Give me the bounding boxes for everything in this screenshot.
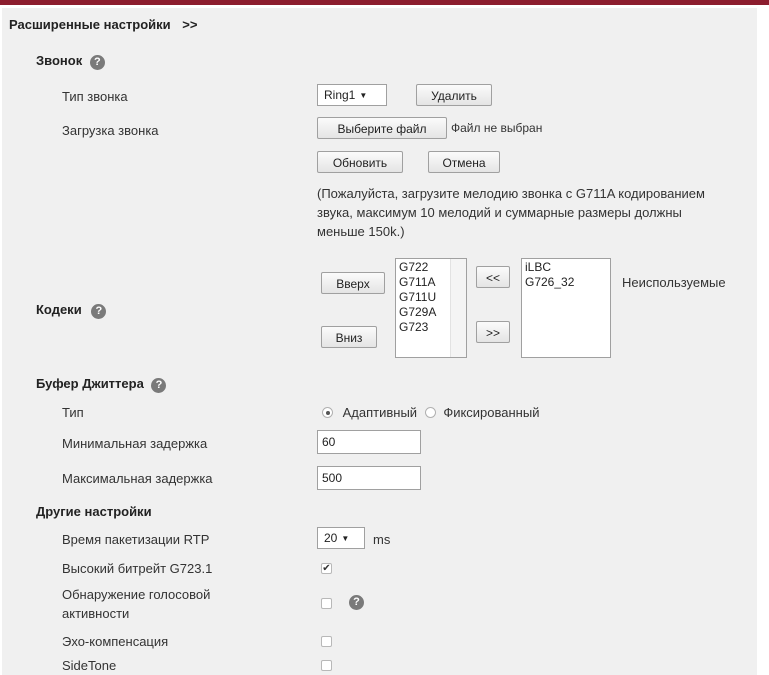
echo-checkbox[interactable] [321, 636, 332, 647]
dropdown-arrow-icon: ▼ [359, 91, 368, 100]
dropdown-arrow-icon: ▼ [341, 534, 350, 543]
codec-move-left-button[interactable]: << [476, 266, 510, 288]
max-delay-label: Максимальная задержка [62, 471, 213, 486]
min-delay-input[interactable]: 60 [317, 430, 421, 454]
codecs-section-title: Кодеки ? [36, 302, 107, 319]
jitter-section-title: Буфер Джиттера ? [36, 376, 167, 393]
jitter-type-label: Тип [62, 405, 84, 420]
ring-type-value: Ring1 [324, 88, 356, 102]
no-file-text: Файл не выбран [451, 121, 543, 135]
nav-forward-arrows[interactable]: >> [182, 17, 197, 32]
unused-codecs-label: Неиспользуемые [622, 275, 726, 290]
g7231-label: Высокий битрейт G723.1 [62, 561, 213, 576]
codec-move-down-button[interactable]: Вниз [321, 326, 377, 348]
jitter-section-title-text: Буфер Джиттера [36, 376, 144, 391]
ring-section-title: Звонок ? [36, 53, 105, 70]
codec-list-scrollbar[interactable] [450, 259, 466, 357]
rtp-unit: ms [373, 532, 391, 547]
fixed-radio[interactable] [424, 407, 436, 418]
page-right-edge [757, 8, 769, 675]
vad-label-line-1: Обнаружение голосовой [62, 587, 211, 602]
jitter-type-options: Адаптивный Фиксированный [322, 405, 539, 420]
codec-item[interactable]: iLBC [525, 260, 607, 275]
used-codecs-list[interactable]: G722 G711A G711U G729A G723 [395, 258, 467, 358]
adaptive-label: Адаптивный [342, 405, 418, 420]
ring-note-line-3: меньше 150k.) [317, 224, 405, 239]
sidetone-label: SideTone [62, 658, 117, 673]
codecs-help-icon[interactable]: ? [91, 304, 107, 319]
rtp-label: Время пакетизации RTP [62, 532, 210, 547]
vad-checkbox[interactable] [321, 598, 332, 609]
ring-help-icon[interactable]: ? [89, 55, 105, 70]
ring-upload-note: (Пожалуйста, загрузите мелодию звонка с … [317, 184, 705, 241]
sidetone-checkbox[interactable] [321, 660, 332, 671]
ring-note-line-1: (Пожалуйста, загрузите мелодию звонка с … [317, 186, 705, 201]
vad-label-line-2: активности [62, 606, 130, 621]
vad-help-icon[interactable]: ? [349, 595, 364, 610]
rtp-select[interactable]: 20 ▼ [317, 527, 365, 549]
refresh-button[interactable]: Обновить [317, 151, 403, 173]
ring-upload-label: Загрузка звонка [62, 123, 159, 138]
delete-ring-button[interactable]: Удалить [416, 84, 492, 106]
codec-move-right-button[interactable]: >> [476, 321, 510, 343]
page-title: Расширенные настройки >> [9, 17, 197, 32]
ring-type-label: Тип звонка [62, 89, 128, 104]
codec-move-up-button[interactable]: Вверх [321, 272, 385, 294]
adaptive-radio[interactable] [322, 407, 333, 418]
ring-type-select[interactable]: Ring1 ▼ [317, 84, 387, 106]
echo-label: Эхо-компенсация [62, 634, 169, 649]
codec-item[interactable]: G726_32 [525, 275, 607, 290]
fixed-label: Фиксированный [443, 405, 540, 420]
max-delay-input[interactable]: 500 [317, 466, 421, 490]
g7231-checkbox[interactable]: ✔ [321, 563, 332, 574]
choose-file-button[interactable]: Выберите файл [317, 117, 447, 139]
other-section-title: Другие настройки [36, 504, 152, 519]
ring-note-line-2: звука, максимум 10 мелодий и суммарные р… [317, 205, 682, 220]
min-delay-label: Минимальная задержка [62, 436, 208, 451]
check-icon: ✔ [322, 563, 331, 574]
cancel-button[interactable]: Отмена [428, 151, 500, 173]
jitter-help-icon[interactable]: ? [151, 378, 167, 393]
codecs-section-title-text: Кодеки [36, 302, 82, 317]
vad-label: Обнаружение голосовой активности [62, 585, 210, 623]
page-title-text: Расширенные настройки [9, 17, 171, 32]
ring-section-title-text: Звонок [36, 53, 83, 68]
rtp-value: 20 [324, 531, 338, 545]
unused-codecs-list[interactable]: iLBC G726_32 [521, 258, 611, 358]
top-accent-bar [0, 0, 769, 5]
